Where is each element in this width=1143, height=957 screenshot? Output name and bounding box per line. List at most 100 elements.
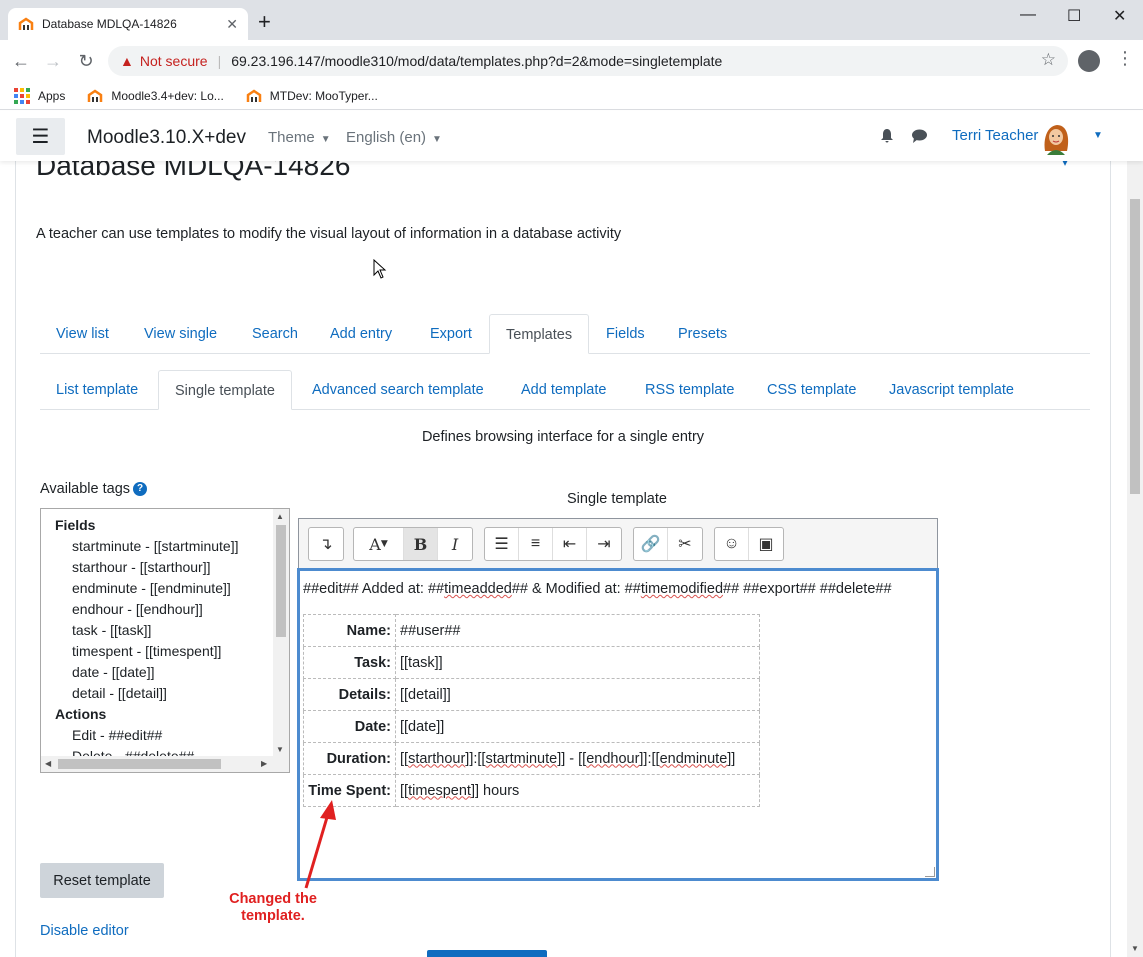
- disable-editor-link[interactable]: Disable editor: [40, 923, 129, 939]
- browser-tab[interactable]: Database MDLQA-14826 ✕: [8, 8, 248, 40]
- bookmark-star-icon[interactable]: ☆: [1041, 50, 1056, 70]
- emoticon-icon[interactable]: ☺: [715, 528, 749, 560]
- scrollbar-thumb[interactable]: [58, 759, 221, 769]
- moodle-navbar: ☰ Moodle3.10.X+dev Theme ▼ English (en) ▼ …: [0, 111, 1143, 161]
- language-menu-label: English (en): [346, 129, 427, 146]
- theme-menu[interactable]: Theme ▼: [268, 129, 331, 146]
- scrollbar-thumb[interactable]: [276, 525, 286, 637]
- primary-tabs: View list View single Search Add entry E…: [40, 314, 1090, 354]
- tab-view-single[interactable]: View single: [128, 314, 233, 354]
- scroll-left-icon[interactable]: ◀: [45, 759, 51, 768]
- available-tags-text: Available tags: [40, 481, 131, 497]
- template-text: ## & Modified at: ##: [511, 581, 641, 597]
- avatar[interactable]: [1039, 121, 1073, 155]
- tab-rss-template[interactable]: RSS template: [629, 370, 750, 410]
- scroll-down-icon[interactable]: ▼: [1131, 944, 1139, 953]
- url-text[interactable]: 69.23.196.147/moodle310/mod/data/templat…: [231, 53, 722, 69]
- available-tags-list[interactable]: Fields startminute - [[startminute]] sta…: [40, 508, 290, 773]
- tab-presets[interactable]: Presets: [662, 314, 743, 354]
- moodle-favicon-icon: [246, 88, 262, 104]
- tab-css-template[interactable]: CSS template: [751, 370, 872, 410]
- tag-option[interactable]: endminute - [[endminute]]: [55, 578, 275, 599]
- unordered-list-icon[interactable]: ☰: [485, 528, 519, 560]
- bold-icon[interactable]: B: [404, 528, 438, 560]
- row-label: Duration:: [303, 742, 396, 775]
- tag-option[interactable]: Edit - ##edit##: [55, 725, 275, 746]
- notification-bell-icon[interactable]: [879, 128, 895, 149]
- ordered-list-icon[interactable]: ≡: [519, 528, 553, 560]
- browser-tab-bar: Database MDLQA-14826 ✕ + — ☐ ✕: [0, 0, 1143, 40]
- toolbar-group: A ▼ B I: [353, 527, 473, 561]
- tab-add-template[interactable]: Add template: [505, 370, 622, 410]
- template-text: ## ##export## ##delete##: [723, 581, 892, 597]
- tab-view-list[interactable]: View list: [40, 314, 125, 354]
- indent-icon[interactable]: ⇥: [587, 528, 621, 560]
- scroll-right-icon[interactable]: ▶: [261, 759, 267, 768]
- template-text: timespent: [408, 782, 471, 799]
- tag-option[interactable]: task - [[task]]: [55, 620, 275, 641]
- show-more-buttons-icon[interactable]: ↴: [309, 528, 343, 560]
- image-icon[interactable]: ▣: [749, 528, 783, 560]
- save-template-button[interactable]: [427, 950, 547, 957]
- tab-add-entry[interactable]: Add entry: [314, 314, 408, 354]
- bookmark-apps[interactable]: Apps: [14, 87, 65, 104]
- scroll-up-icon[interactable]: ▲: [276, 512, 284, 521]
- tab-list-template[interactable]: List template: [40, 370, 154, 410]
- template-text: ]]: [727, 750, 736, 767]
- scroll-down-icon[interactable]: ▼: [276, 745, 284, 754]
- tab-close-icon[interactable]: ✕: [226, 16, 238, 33]
- minimize-icon[interactable]: —: [1020, 6, 1036, 24]
- row-value: [[date]]: [395, 710, 760, 743]
- reload-icon[interactable]: ↻: [75, 50, 97, 72]
- tags-horizontal-scrollbar[interactable]: ◀ ▶: [41, 756, 289, 772]
- address-bar[interactable]: ▲ Not secure | 69.23.196.147/moodle310/m…: [108, 46, 1068, 76]
- user-menu-name[interactable]: Terri Teacher: [952, 127, 1038, 144]
- site-name[interactable]: Moodle3.10.X+dev: [87, 127, 246, 149]
- browser-menu-icon[interactable]: ⋮: [1116, 48, 1134, 69]
- tab-fields[interactable]: Fields: [590, 314, 661, 354]
- messages-icon[interactable]: [911, 128, 928, 149]
- reset-template-button[interactable]: Reset template: [40, 863, 164, 898]
- tag-option[interactable]: detail - [[detail]]: [55, 683, 275, 704]
- tab-search[interactable]: Search: [236, 314, 314, 354]
- tag-option[interactable]: date - [[date]]: [55, 662, 275, 683]
- tags-vertical-scrollbar[interactable]: ▲ ▼: [273, 509, 289, 757]
- help-icon[interactable]: ?: [133, 482, 148, 496]
- not-secure-label[interactable]: Not secure: [140, 53, 208, 69]
- maximize-icon[interactable]: ☐: [1067, 6, 1081, 26]
- template-editor: ↴ A ▼ B I ☰ ≡ ⇤ ⇥ 🔗 ✂ ☺ ▣ ##edit## Added …: [297, 518, 939, 881]
- outdent-icon[interactable]: ⇤: [553, 528, 587, 560]
- language-menu[interactable]: English (en) ▼: [346, 129, 442, 146]
- template-text: timeadded: [444, 581, 512, 597]
- resize-handle[interactable]: [925, 867, 935, 877]
- profile-icon[interactable]: [1078, 50, 1100, 72]
- italic-icon[interactable]: I: [438, 528, 472, 560]
- scrollbar-thumb[interactable]: [1130, 199, 1140, 494]
- template-text: starthour: [408, 750, 466, 767]
- tab-export[interactable]: Export: [414, 314, 488, 354]
- tab-single-template[interactable]: Single template: [158, 370, 292, 410]
- editor-content-area[interactable]: ##edit## Added at: ##timeadded## & Modif…: [297, 568, 939, 881]
- window-close-icon[interactable]: ✕: [1113, 6, 1126, 26]
- user-menu-caret-icon[interactable]: ▼: [1093, 130, 1103, 141]
- tag-group-heading: Actions: [55, 706, 107, 722]
- link-icon[interactable]: 🔗: [634, 528, 668, 560]
- new-tab-icon[interactable]: +: [258, 11, 271, 33]
- tab-templates[interactable]: Templates: [489, 314, 590, 354]
- paragraph-styles-icon[interactable]: A ▼: [354, 528, 404, 560]
- tab-advanced-search-template[interactable]: Advanced search template: [296, 370, 500, 410]
- tag-option[interactable]: startminute - [[startminute]]: [55, 536, 275, 557]
- tab-javascript-template[interactable]: Javascript template: [873, 370, 1030, 410]
- back-icon[interactable]: ←: [10, 50, 32, 72]
- forward-icon[interactable]: →: [42, 50, 64, 72]
- unlink-icon[interactable]: ✂: [668, 528, 702, 560]
- tag-option[interactable]: endhour - [[endhour]]: [55, 599, 275, 620]
- page-scrollbar[interactable]: ▼: [1127, 161, 1143, 957]
- bookmark-mtdev[interactable]: MTDev: MooTyper...: [246, 88, 378, 104]
- tag-option[interactable]: starthour - [[starthour]]: [55, 557, 275, 578]
- tag-option[interactable]: timespent - [[timespent]]: [55, 641, 275, 662]
- drawer-toggle-button[interactable]: ☰: [16, 118, 65, 155]
- editor-toolbar: ↴ A ▼ B I ☰ ≡ ⇤ ⇥ 🔗 ✂ ☺ ▣: [299, 519, 937, 569]
- table-row: Duration: [[starthour]]:[[startminute]] …: [303, 742, 760, 775]
- bookmark-moodle[interactable]: Moodle3.4+dev: Lo...: [87, 88, 224, 104]
